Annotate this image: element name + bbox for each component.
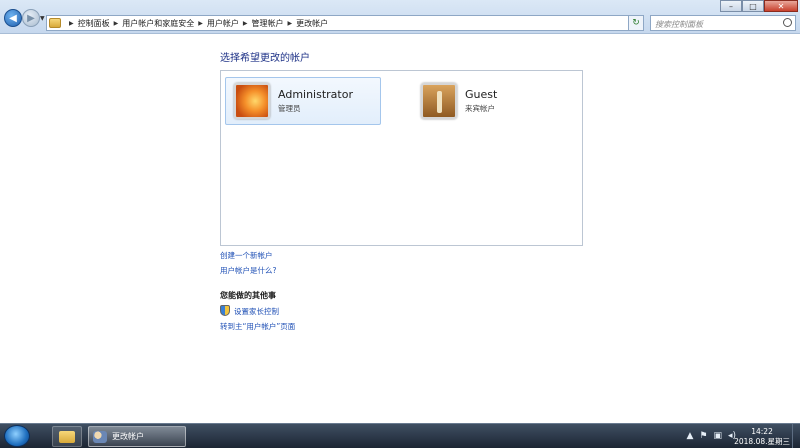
refresh-icon: ↻ — [632, 18, 640, 28]
chevron-up-icon[interactable]: ▲ — [686, 431, 693, 441]
close-button[interactable]: ✕ — [764, 0, 798, 12]
taskbar-explorer-button[interactable] — [52, 426, 82, 447]
breadcrumb-change-account[interactable]: 更改帐户 — [296, 18, 328, 29]
control-panel-icon — [49, 18, 61, 28]
taskbar: 更改帐户 ▲ ⚑ ▣ ◂) 14:22 2018.08.星期三 — [0, 423, 800, 448]
windows-start-icon[interactable] — [4, 425, 30, 447]
flower-avatar-icon — [234, 83, 270, 119]
window-header: – □ ✕ ◀ ▶ ▼ ▶ 控制面板 ▶ 用户帐户和家庭安全 ▶ 用户帐户 ▶ … — [0, 0, 800, 34]
window-controls: – □ ✕ — [720, 0, 798, 12]
show-desktop-button[interactable] — [792, 424, 800, 448]
clock[interactable]: 14:22 2018.08.星期三 — [734, 427, 790, 447]
taskbar-active-window[interactable]: 更改帐户 — [88, 426, 186, 447]
accounts-panel: Administrator 管理员 Guest 来宾帐户 — [220, 70, 583, 246]
address-bar[interactable]: ▶ 控制面板 ▶ 用户帐户和家庭安全 ▶ 用户帐户 ▶ 管理帐户 ▶ 更改帐户 … — [46, 15, 642, 31]
arrow-left-icon: ◀ — [9, 12, 17, 24]
folder-icon — [59, 430, 75, 443]
shield-icon — [220, 305, 230, 316]
taskbar-window-label: 更改帐户 — [112, 432, 144, 441]
arrow-right-icon: ▶ — [27, 12, 35, 24]
account-administrator[interactable]: Administrator 管理员 — [225, 77, 381, 125]
breadcrumb-manage-accounts[interactable]: 管理帐户 — [252, 18, 284, 29]
suitcase-avatar-icon — [421, 83, 457, 119]
page-title: 选择希望更改的帐户 — [220, 53, 310, 64]
account-name: Administrator — [278, 88, 353, 101]
chevron-right-icon: ▶ — [69, 19, 74, 27]
refresh-button[interactable]: ↻ — [628, 15, 644, 31]
chevron-right-icon: ▶ — [198, 19, 203, 27]
what-is-account-link[interactable]: 用户帐户是什么? — [220, 265, 276, 276]
search-input[interactable]: 搜索控制面板 — [650, 15, 796, 31]
system-tray: ▲ ⚑ ▣ ◂) — [686, 431, 736, 441]
breadcrumb-user-accounts[interactable]: 用户帐户 — [207, 18, 239, 29]
maximize-button[interactable]: □ — [742, 0, 764, 12]
account-name: Guest — [465, 88, 498, 101]
minimize-button[interactable]: – — [720, 0, 742, 12]
other-tasks-title: 您能做的其他事 — [220, 291, 276, 300]
chevron-right-icon: ▶ — [113, 19, 119, 27]
user-accounts-icon — [93, 430, 107, 443]
network-icon[interactable]: ▣ — [713, 431, 722, 441]
breadcrumb-user-accounts-family[interactable]: 用户帐户和家庭安全 — [122, 18, 194, 29]
recent-pages-dropdown[interactable]: ▼ — [40, 15, 45, 22]
chevron-right-icon: ▶ — [242, 19, 248, 27]
back-button[interactable]: ◀ — [4, 9, 22, 27]
search-placeholder: 搜索控制面板 — [655, 20, 703, 29]
main-user-accounts-link[interactable]: 转到主“用户帐户”页面 — [220, 321, 295, 332]
create-account-link[interactable]: 创建一个新帐户 — [220, 250, 273, 261]
clock-date: 2018.08.星期三 — [734, 437, 790, 446]
search-icon[interactable] — [783, 18, 792, 27]
account-guest[interactable]: Guest 来宾帐户 — [413, 77, 569, 125]
clock-time: 14:22 — [751, 427, 773, 436]
account-role: 来宾帐户 — [465, 104, 495, 113]
breadcrumb-control-panel[interactable]: 控制面板 — [78, 18, 110, 29]
parental-controls-link[interactable]: 设置家长控制 — [234, 306, 279, 317]
flag-icon[interactable]: ⚑ — [699, 431, 707, 441]
account-role: 管理员 — [278, 104, 301, 113]
forward-button[interactable]: ▶ — [22, 9, 40, 27]
chevron-right-icon: ▶ — [287, 19, 293, 27]
